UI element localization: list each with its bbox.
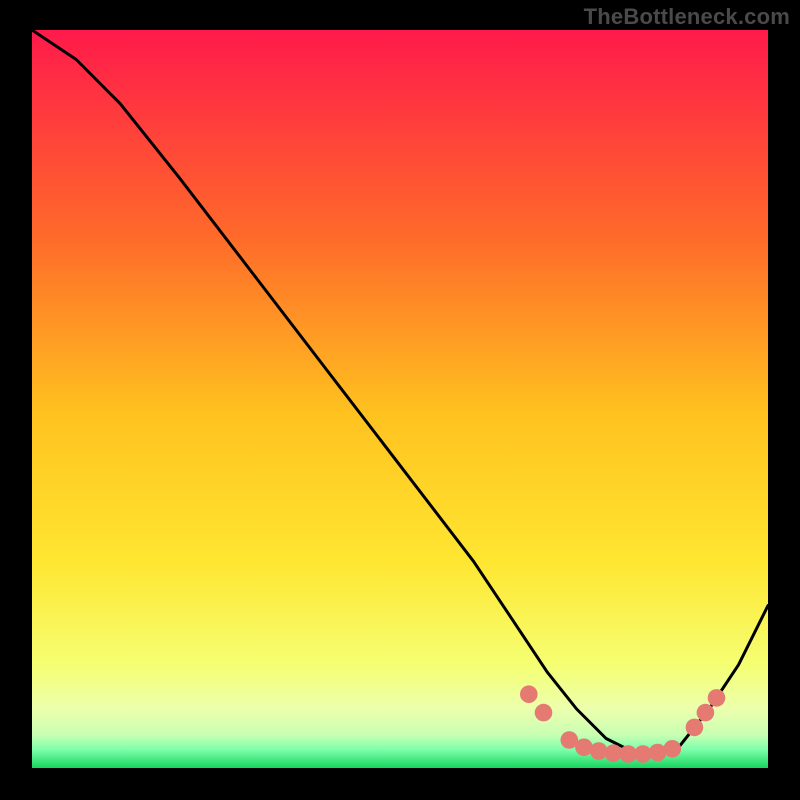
marker-dot: [649, 744, 667, 762]
watermark-text: TheBottleneck.com: [584, 4, 790, 30]
gradient-bg: [32, 30, 768, 768]
marker-dot: [697, 704, 715, 722]
marker-dot: [520, 685, 538, 703]
marker-dot: [535, 704, 553, 722]
plot-area: [32, 30, 768, 768]
marker-dot: [590, 742, 608, 760]
marker-dot: [664, 740, 682, 758]
marker-dot: [575, 739, 593, 757]
marker-dot: [708, 689, 726, 707]
chart-frame: TheBottleneck.com: [0, 0, 800, 800]
marker-dot: [686, 719, 704, 737]
chart-svg: [32, 30, 768, 768]
